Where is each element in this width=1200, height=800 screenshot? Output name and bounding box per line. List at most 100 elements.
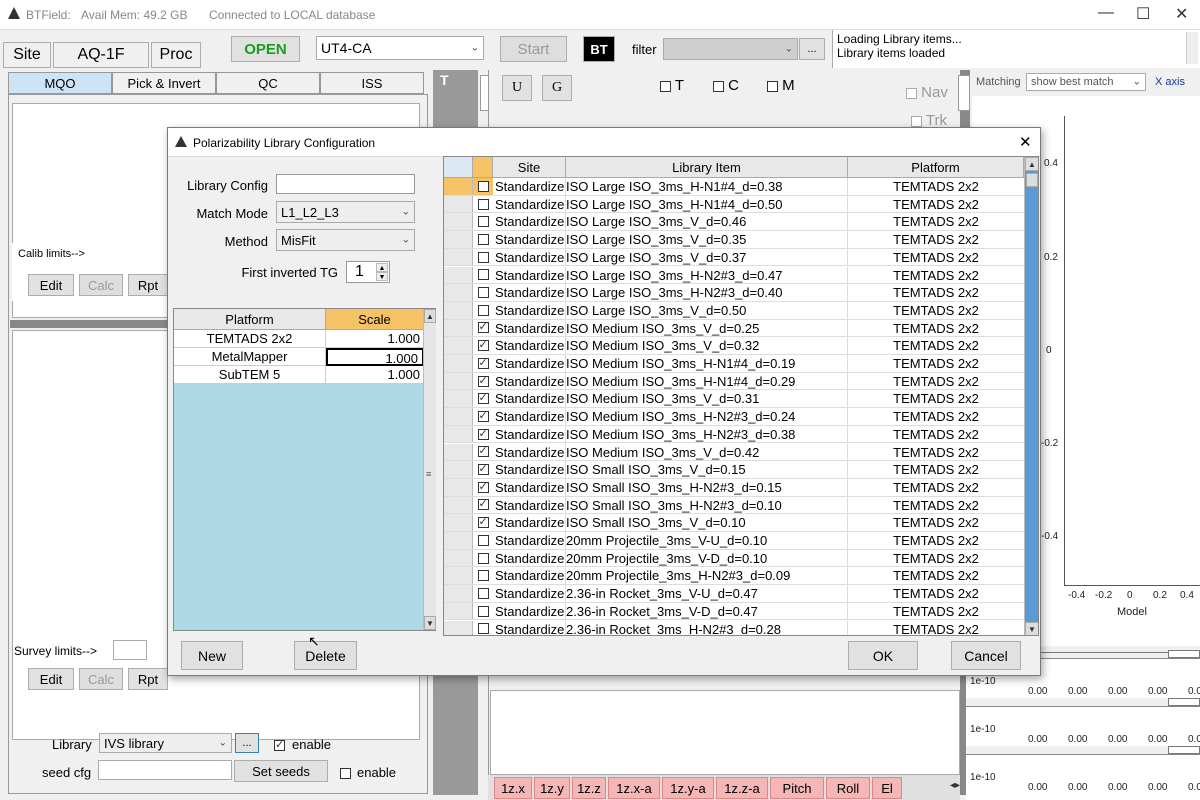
cancel-button[interactable]: Cancel: [951, 641, 1021, 670]
scale-header[interactable]: Scale: [326, 309, 424, 330]
m-checkbox[interactable]: M: [767, 77, 795, 94]
row-checkbox[interactable]: [473, 355, 493, 372]
table-row[interactable]: Standardized 2.36-in Rocket_3ms_V-D_d=0.4…: [444, 602, 1024, 621]
g-button[interactable]: G: [542, 75, 572, 101]
tab-1z-y-a[interactable]: 1z.y-a: [662, 777, 714, 799]
calib-rpt-button[interactable]: Rpt: [128, 274, 168, 296]
left-grid-scrollbar[interactable]: ▲ ≡ ▼: [423, 309, 436, 630]
row-checkbox[interactable]: [473, 373, 493, 390]
survey-rpt-button[interactable]: Rpt: [128, 668, 168, 690]
ok-button[interactable]: OK: [848, 641, 918, 670]
table-row[interactable]: Standardized ISO Large ISO_3ms_H-N2#3_d=0…: [444, 284, 1024, 302]
library-select[interactable]: IVS library ⌄: [99, 733, 232, 753]
table-row[interactable]: StandardizedISO Medium ISO_3ms_V_d=0.25 T…: [444, 319, 1024, 338]
row-selector[interactable]: [444, 549, 473, 567]
site-button[interactable]: Site: [3, 42, 51, 68]
scale-cell[interactable]: 1.000: [326, 330, 424, 348]
u-button[interactable]: U: [502, 75, 532, 101]
tab-1z-z[interactable]: 1z.z: [572, 777, 606, 799]
table-row[interactable]: StandardizedISO Medium ISO_3ms_V_d=0.42 T…: [444, 443, 1024, 462]
row-selector[interactable]: [444, 355, 473, 372]
method-select[interactable]: MisFit ⌄: [276, 229, 415, 251]
survey-calc-button[interactable]: Calc: [79, 668, 123, 690]
right-grid-scrollbar[interactable]: ▲ ▼: [1024, 157, 1038, 635]
row-selector[interactable]: [444, 478, 473, 496]
seed-cfg-input[interactable]: [98, 760, 232, 780]
row-selector[interactable]: [444, 248, 473, 266]
table-row[interactable]: Standardized ISO Large ISO_3ms_V_d=0.35 TE…: [444, 231, 1024, 249]
filter-browse-button[interactable]: ...: [799, 38, 825, 60]
row-selector[interactable]: [444, 496, 473, 514]
spin-up-icon[interactable]: ▲: [376, 263, 388, 272]
table-row[interactable]: StandardizedISO Medium ISO_3ms_H-N2#3_d=…: [444, 408, 1024, 426]
table-row[interactable]: Standardized ISO Large ISO_3ms_H-N1#4_d=0…: [444, 178, 1024, 196]
row-checkbox[interactable]: [473, 196, 493, 213]
delete-button[interactable]: Delete: [294, 641, 357, 670]
strip-handle[interactable]: [1168, 698, 1200, 706]
set-seeds-button[interactable]: Set seeds: [234, 760, 328, 782]
row-selector[interactable]: [444, 390, 473, 408]
tab-1z-x[interactable]: 1z.x: [494, 777, 532, 799]
tab-el[interactable]: El: [872, 777, 902, 799]
row-selector[interactable]: [444, 213, 473, 231]
row-checkbox[interactable]: [473, 603, 493, 620]
row-checkbox[interactable]: [473, 461, 493, 478]
aq-button[interactable]: AQ-1F: [53, 42, 149, 68]
row-checkbox[interactable]: [473, 532, 493, 549]
row-checkbox[interactable]: [473, 550, 493, 567]
open-button[interactable]: OPEN: [231, 36, 300, 62]
status-scrollbar[interactable]: [1186, 32, 1198, 64]
scroll-right-icon[interactable]: ◂▸: [950, 780, 960, 791]
table-row[interactable]: Standardized ISO Large ISO_3ms_V_d=0.37 TE…: [444, 248, 1024, 267]
tab-1z-x-a[interactable]: 1z.x-a: [608, 777, 660, 799]
table-row[interactable]: TEMTADS 2x2 1.000: [174, 330, 424, 348]
row-checkbox[interactable]: [473, 444, 493, 461]
row-selector[interactable]: [444, 284, 473, 301]
row-selector[interactable]: [444, 319, 473, 337]
table-row[interactable]: Standardized ISO Large ISO_3ms_V_d=0.46 TE…: [444, 213, 1024, 232]
library-browse-button[interactable]: ...: [235, 733, 259, 753]
scroll-up-icon[interactable]: ▲: [424, 309, 436, 323]
row-selector[interactable]: [444, 266, 473, 284]
table-row[interactable]: StandardizedISO Small ISO_3ms_V_d=0.15 TE…: [444, 461, 1024, 479]
spin-down-icon[interactable]: ▼: [376, 272, 388, 281]
table-row[interactable]: StandardizedISO Small ISO_3ms_H-N2#3_d=0…: [444, 478, 1024, 497]
bt-button[interactable]: BT: [583, 36, 615, 62]
table-row[interactable]: Standardized ISO Large ISO_3ms_H-N1#4_d=0…: [444, 195, 1024, 214]
row-checkbox[interactable]: [473, 408, 493, 425]
row-selector[interactable]: [444, 443, 473, 461]
table-row[interactable]: Standardized ISO Large ISO_3ms_V_d=0.50 TE…: [444, 301, 1024, 320]
table-row[interactable]: Standardized 2.36-in Rocket_3ms_V-U_d=0.4…: [444, 585, 1024, 603]
row-checkbox[interactable]: [473, 267, 493, 284]
right-slider-handle[interactable]: [958, 75, 970, 111]
x-axis-link[interactable]: X axis: [1155, 76, 1185, 88]
table-row[interactable]: StandardizedISO Small ISO_3ms_V_d=0.10 TE…: [444, 514, 1024, 532]
survey-min-input[interactable]: [113, 640, 147, 660]
table-row[interactable]: Standardized 20mm Projectile_3ms_V-D_d=0.…: [444, 549, 1024, 568]
row-checkbox[interactable]: [473, 231, 493, 248]
table-row[interactable]: StandardizedISO Medium ISO_3ms_H-N1#4_d=…: [444, 355, 1024, 373]
select-all-corner[interactable]: [444, 157, 473, 178]
row-checkbox[interactable]: [473, 390, 493, 407]
table-row[interactable]: StandardizedISO Small ISO_3ms_H-N2#3_d=0…: [444, 496, 1024, 515]
maximize-button[interactable]: ☐: [1136, 4, 1150, 24]
row-selector[interactable]: [444, 532, 473, 549]
row-selector[interactable]: [444, 425, 473, 443]
t-checkbox[interactable]: T: [660, 77, 684, 94]
row-selector[interactable]: [444, 620, 473, 635]
table-row[interactable]: Standardized 20mm Projectile_3ms_V-U_d=0.…: [444, 532, 1024, 550]
row-checkbox[interactable]: [473, 213, 493, 230]
tab-roll[interactable]: Roll: [826, 777, 870, 799]
table-row[interactable]: StandardizedISO Medium ISO_3ms_V_d=0.31 T…: [444, 390, 1024, 409]
start-button[interactable]: Start: [500, 36, 567, 62]
tab-iss[interactable]: ISS: [320, 72, 424, 94]
filter-input[interactable]: ⌄: [663, 38, 798, 60]
row-selector[interactable]: [444, 195, 473, 213]
strip-handle[interactable]: [1168, 650, 1200, 658]
row-checkbox[interactable]: [473, 426, 493, 443]
row-selector[interactable]: [444, 301, 473, 319]
table-row[interactable]: Standardized ISO Large ISO_3ms_H-N2#3_d=0…: [444, 266, 1024, 285]
table-row[interactable]: MetalMapper 1.000: [174, 348, 424, 366]
first-tg-spinner[interactable]: 1 ▲ ▼: [346, 261, 390, 283]
table-row[interactable]: Standardized 2.36-in Rocket_3ms_H-N2#3_d=…: [444, 620, 1024, 635]
